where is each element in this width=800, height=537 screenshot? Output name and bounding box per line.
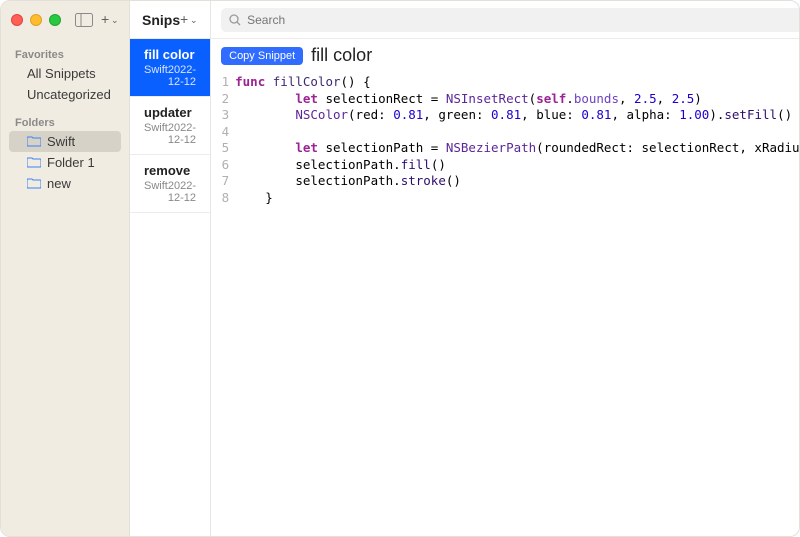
code-line: 7 selectionPath.stroke() xyxy=(211,173,800,190)
sidebar-section-folders: Folders xyxy=(9,111,121,131)
snippet-item-date: 2022-12-12 xyxy=(168,180,196,204)
sidebar-item-swift[interactable]: Swift xyxy=(9,131,121,152)
code-line: 8 } xyxy=(211,190,800,207)
line-number: 8 xyxy=(211,190,235,207)
code-line: 4 xyxy=(211,124,800,141)
snippet-list-item[interactable]: updater Swift2022-12-12 xyxy=(130,97,210,155)
sidebar-nav: Favorites All Snippets Uncategorized Fol… xyxy=(1,39,129,198)
zoom-window-button[interactable] xyxy=(49,14,61,26)
code-content: let selectionPath = NSBezierPath(rounded… xyxy=(235,140,800,157)
sidebar-item-label: new xyxy=(47,176,71,191)
code-line: 6 selectionPath.fill() xyxy=(211,157,800,174)
snippet-list-title: Snips xyxy=(142,12,180,28)
snippet-item-lang: Swift xyxy=(144,64,168,88)
code-line: 3 NSColor(red: 0.81, green: 0.81, blue: … xyxy=(211,107,800,124)
code-content: NSColor(red: 0.81, green: 0.81, blue: 0.… xyxy=(235,107,800,124)
code-content xyxy=(235,124,800,141)
sidebar-section-favorites: Favorites xyxy=(9,43,121,63)
search-icon xyxy=(229,14,241,26)
traffic-lights xyxy=(11,14,61,26)
line-number: 2 xyxy=(211,91,235,108)
sidebar: +⌄ Favorites All Snippets Uncategorized … xyxy=(1,1,130,536)
snippet-item-title: fill color xyxy=(144,47,196,62)
sidebar-item-folder-1[interactable]: Folder 1 xyxy=(9,152,121,173)
snippet-item-date: 2022-12-12 xyxy=(168,64,196,88)
add-snippet-button[interactable]: +⌄ xyxy=(180,13,198,27)
sidebar-item-label: Swift xyxy=(47,134,75,149)
titlebar: +⌄ xyxy=(1,1,129,39)
folder-icon xyxy=(27,157,41,168)
svg-text:⌄: ⌄ xyxy=(190,15,198,25)
line-number: 7 xyxy=(211,173,235,190)
sidebar-item-label: Uncategorized xyxy=(27,87,111,102)
code-editor[interactable]: 1func fillColor() {2 let selectionRect =… xyxy=(211,72,800,536)
snippet-item-title: updater xyxy=(144,105,196,120)
snippet-item-title: remove xyxy=(144,163,196,178)
folder-icon xyxy=(27,136,41,147)
code-line: 2 let selectionRect = NSInsetRect(self.b… xyxy=(211,91,800,108)
sidebar-item-all-snippets[interactable]: All Snippets xyxy=(9,63,121,84)
svg-text:⌄: ⌄ xyxy=(111,15,119,25)
detail-header: ⌄ xyxy=(211,1,800,39)
detail-pane: ⌄ Copy Snippet fill color 1func fillColo… xyxy=(211,1,800,536)
snippet-title: fill color xyxy=(311,45,372,66)
minimize-window-button[interactable] xyxy=(30,14,42,26)
search-field[interactable] xyxy=(221,8,800,32)
svg-text:+: + xyxy=(101,13,109,27)
app-window: +⌄ Favorites All Snippets Uncategorized … xyxy=(0,0,800,537)
sidebar-item-new[interactable]: new xyxy=(9,173,121,194)
sidebar-toggle-icon[interactable] xyxy=(75,13,93,27)
code-line: 5 let selectionPath = NSBezierPath(round… xyxy=(211,140,800,157)
snippet-list: fill color Swift2022-12-12updater Swift2… xyxy=(130,39,210,213)
line-number: 5 xyxy=(211,140,235,157)
sidebar-item-label: Folder 1 xyxy=(47,155,95,170)
code-content: let selectionRect = NSInsetRect(self.bou… xyxy=(235,91,800,108)
snippet-list-item[interactable]: remove Swift2022-12-12 xyxy=(130,155,210,213)
search-input[interactable] xyxy=(247,13,800,27)
code-content: selectionPath.stroke() xyxy=(235,173,800,190)
close-window-button[interactable] xyxy=(11,14,23,26)
snippet-list-item[interactable]: fill color Swift2022-12-12 xyxy=(130,39,210,97)
snippet-item-date: 2022-12-12 xyxy=(168,122,196,146)
snippet-list-pane: Snips +⌄ fill color Swift2022-12-12updat… xyxy=(130,1,211,536)
snippet-item-lang: Swift xyxy=(144,180,168,204)
detail-title-row: Copy Snippet fill color xyxy=(211,39,800,72)
snippet-item-lang: Swift xyxy=(144,122,168,146)
line-number: 4 xyxy=(211,124,235,141)
code-content: } xyxy=(235,190,800,207)
folder-icon xyxy=(27,178,41,189)
sidebar-item-uncategorized[interactable]: Uncategorized xyxy=(9,84,121,105)
code-line: 1func fillColor() { xyxy=(211,74,800,91)
sidebar-item-label: All Snippets xyxy=(27,66,96,81)
copy-snippet-button[interactable]: Copy Snippet xyxy=(221,47,303,65)
svg-text:+: + xyxy=(180,13,188,27)
code-content: func fillColor() { xyxy=(235,74,800,91)
code-content: selectionPath.fill() xyxy=(235,157,800,174)
line-number: 6 xyxy=(211,157,235,174)
line-number: 1 xyxy=(211,74,235,91)
sidebar-add-button[interactable]: +⌄ xyxy=(101,13,119,27)
line-number: 3 xyxy=(211,107,235,124)
snippet-list-header: Snips +⌄ xyxy=(130,1,210,39)
